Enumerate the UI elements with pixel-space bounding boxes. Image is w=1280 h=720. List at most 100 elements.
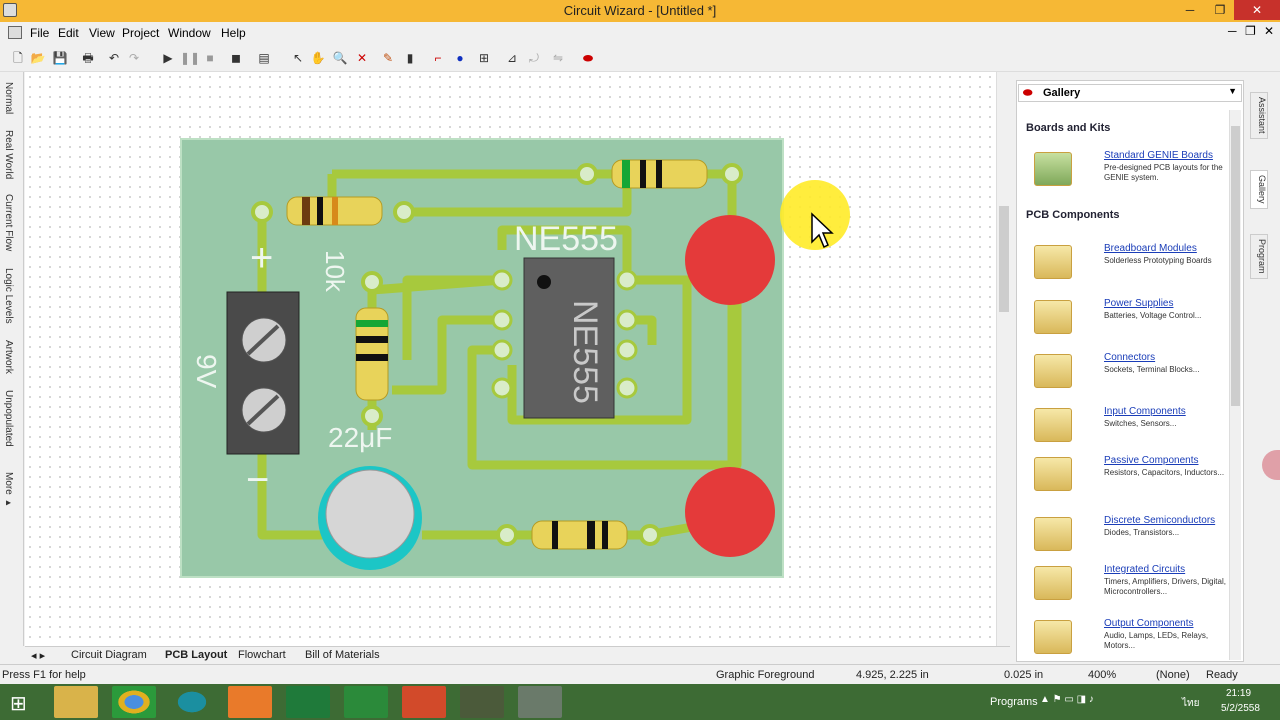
tab-more[interactable]: More ▸ (3, 472, 14, 509)
flip-icon[interactable]: ⇋ (550, 50, 566, 66)
track-icon[interactable]: ⌐ (430, 50, 446, 66)
gallery-scroll-thumb[interactable] (1231, 126, 1240, 406)
select-pointer-icon[interactable]: ↖ (290, 50, 306, 66)
maximize-button[interactable]: ❐ (1206, 0, 1234, 20)
pause-icon[interactable]: ❚❚ (180, 50, 200, 66)
tab-unpopulated[interactable]: Unpopulated (3, 390, 14, 447)
gallery-item-discrete-semiconductors[interactable]: Discrete Semiconductors Diodes, Transist… (1024, 513, 1228, 561)
gallery-item-connectors[interactable]: Connectors Sockets, Terminal Blocks... (1024, 350, 1228, 398)
tab-current-flow[interactable]: Current Flow (3, 194, 14, 251)
document-icon[interactable] (8, 26, 22, 39)
tab-gallery[interactable]: Gallery (1250, 170, 1268, 209)
language-indicator[interactable]: ไทย (1182, 696, 1199, 711)
led-top (685, 215, 775, 305)
excel-icon[interactable] (286, 686, 330, 718)
circuit-wizard-icon[interactable] (460, 686, 504, 718)
parts-icon[interactable]: ▮ (402, 50, 418, 66)
mdi-close-button[interactable]: ✕ (1264, 24, 1274, 38)
run-icon[interactable]: ▶ (160, 50, 176, 66)
open-icon[interactable]: 📂 (30, 50, 46, 66)
undo-icon[interactable]: ↶ (106, 50, 122, 66)
new-icon[interactable]: 🗋 (10, 50, 26, 66)
gallery-item-link[interactable]: Output Components (1104, 618, 1194, 629)
gallery-toggle-icon[interactable]: ⬬ (580, 50, 596, 66)
save-icon[interactable]: 💾 (52, 50, 68, 66)
tab-flowchart[interactable]: Flowchart (238, 649, 286, 661)
menu-window[interactable]: Window (168, 26, 211, 40)
status-coordinates: 4.925, 2.225 in (856, 669, 929, 681)
menu-help[interactable]: Help (221, 26, 246, 40)
chevron-down-icon[interactable]: ▼ (1228, 86, 1237, 96)
capacitor-label: 22μF (328, 422, 393, 453)
stop-icon[interactable]: ■ (202, 50, 218, 66)
windows-start-icon[interactable]: ⊞ (10, 691, 27, 716)
zoom-icon[interactable]: 🔍 (332, 50, 348, 66)
gallery-item-link[interactable]: Discrete Semiconductors (1104, 515, 1215, 526)
canvas-vertical-scrollbar[interactable] (996, 72, 1010, 646)
menu-view[interactable]: View (89, 26, 115, 40)
scroll-thumb[interactable] (999, 206, 1009, 312)
tab-assistant[interactable]: Assistant (1250, 92, 1268, 139)
tab-artwork[interactable]: Artwork (3, 340, 14, 374)
gallery-item-genie-boards[interactable]: Standard GENIE Boards Pre-designed PCB l… (1024, 148, 1228, 196)
folder-icon (1034, 620, 1072, 654)
tab-real-world[interactable]: Real World (3, 130, 14, 179)
powerpoint-icon[interactable] (402, 686, 446, 718)
app-x-icon[interactable] (344, 686, 388, 718)
gallery-item-power-supplies[interactable]: Power Supplies Batteries, Voltage Contro… (1024, 296, 1228, 344)
gallery-item-link[interactable]: Passive Components (1104, 455, 1199, 466)
layout-icon[interactable]: ▤ (256, 50, 272, 66)
pcb-board[interactable]: NE555 NE555 10k 9V 22μF + − (180, 138, 784, 578)
mdi-minimize-button[interactable]: ─ (1228, 24, 1237, 38)
chrome-icon[interactable] (112, 686, 156, 718)
tab-pcb-layout[interactable]: PCB Layout (165, 649, 227, 661)
tab-logic-levels[interactable]: Logic Levels (3, 268, 14, 324)
gallery-item-integrated-circuits[interactable]: Integrated Circuits Timers, Amplifiers, … (1024, 562, 1228, 610)
menu-edit[interactable]: Edit (58, 26, 79, 40)
apps-icon[interactable] (228, 686, 272, 718)
align-icon[interactable]: ⊞ (476, 50, 492, 66)
gallery-item-input-components[interactable]: Input Components Switches, Sensors... (1024, 404, 1228, 452)
gallery-dropdown[interactable]: ⬬ Gallery ▼ (1018, 84, 1242, 102)
toolbar: 🗋 📂 💾 🖶 ↶ ↷ ▶ ❚❚ ■ ◼ ▤ ↖ ✋ 🔍 ✕ ✎ ▮ ⌐ ● ⊞… (0, 44, 1280, 72)
print-icon[interactable]: 🖶 (80, 50, 96, 66)
gallery-item-passive-components[interactable]: Passive Components Resistors, Capacitors… (1024, 453, 1228, 501)
redo-icon[interactable]: ↷ (126, 50, 142, 66)
gallery-item-link[interactable]: Connectors (1104, 352, 1155, 363)
measure-icon[interactable]: ⊿ (504, 50, 520, 66)
component-icon[interactable]: ◼ (228, 50, 244, 66)
menu-project[interactable]: Project (122, 26, 159, 40)
tab-circuit-diagram[interactable]: Circuit Diagram (71, 649, 147, 661)
tab-bill-of-materials[interactable]: Bill of Materials (305, 649, 380, 661)
clock-date[interactable]: 5/2/2558 (1221, 703, 1260, 714)
menu-file[interactable]: File (30, 26, 49, 40)
rotate-icon[interactable]: ⤾ (526, 50, 542, 66)
gallery-item-link[interactable]: Power Supplies (1104, 298, 1173, 309)
gallery-item-breadboard[interactable]: Breadboard Modules Solderless Prototypin… (1024, 241, 1228, 289)
mdi-restore-button[interactable]: ❐ (1245, 24, 1256, 38)
tab-program[interactable]: Program (1250, 234, 1268, 279)
gallery-item-link[interactable]: Input Components (1104, 406, 1186, 417)
gallery-scrollbar[interactable] (1229, 110, 1241, 660)
programs-toolbar[interactable]: Programs (990, 696, 1038, 708)
tab-scroll-left-icon[interactable]: ◂ ▸ (31, 649, 45, 662)
tab-normal[interactable]: Normal (3, 82, 14, 114)
close-button[interactable]: ✕ (1234, 0, 1280, 20)
clock-time[interactable]: 21:19 (1226, 688, 1251, 699)
file-explorer-icon[interactable] (54, 686, 98, 718)
tray-icons[interactable]: ▲ ⚑ ▭ ◨ ♪ (1040, 694, 1094, 705)
app-box-icon[interactable] (518, 686, 562, 718)
delete-icon[interactable]: ✕ (354, 50, 370, 66)
pan-hand-icon[interactable]: ✋ (310, 50, 326, 66)
pad-icon[interactable]: ● (452, 50, 468, 66)
section-heading: PCB Components (1026, 209, 1120, 221)
floating-handle[interactable] (1262, 450, 1280, 480)
gallery-item-output-components[interactable]: Output Components Audio, Lamps, LEDs, Re… (1024, 616, 1228, 660)
gallery-icon: ⬬ (1023, 87, 1033, 99)
pencil-icon[interactable]: ✎ (380, 50, 396, 66)
minimize-button[interactable]: ─ (1176, 0, 1204, 20)
gallery-item-link[interactable]: Standard GENIE Boards (1104, 150, 1213, 161)
arduino-icon[interactable] (170, 686, 214, 718)
gallery-item-link[interactable]: Breadboard Modules (1104, 243, 1197, 254)
gallery-item-link[interactable]: Integrated Circuits (1104, 564, 1185, 575)
